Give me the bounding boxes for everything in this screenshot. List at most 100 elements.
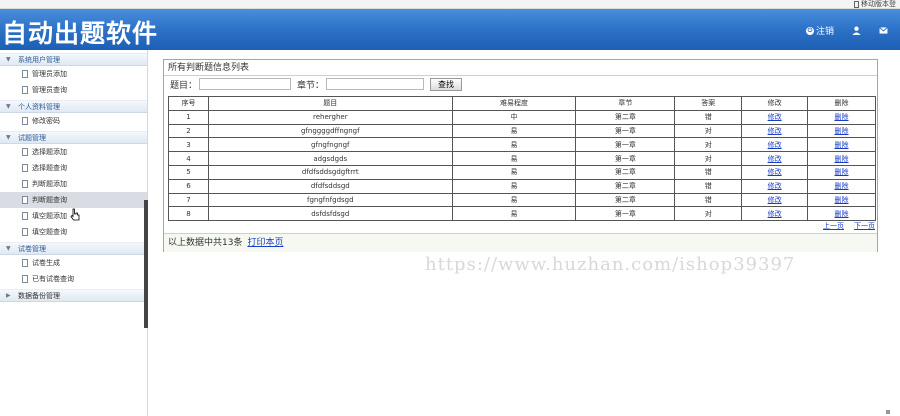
sidebar-item[interactable]: 修改密码 <box>0 113 147 129</box>
sidebar-item-label: 管理员查询 <box>32 86 67 94</box>
sidebar-item[interactable]: 填空题查询 <box>0 224 147 240</box>
sidebar-item[interactable]: 已有试卷查询 <box>0 271 147 287</box>
document-icon <box>22 259 28 267</box>
sidebar-item[interactable]: 判断题查询 <box>0 192 147 208</box>
table-cell: gfngfngngf <box>207 137 453 153</box>
sidebar-group[interactable]: ▼ 试卷管理 <box>0 242 147 255</box>
user-icon[interactable] <box>852 26 861 35</box>
sidebar-group[interactable]: ▼ 个人资料管理 <box>0 100 147 113</box>
table-cell: 修改 <box>741 178 809 194</box>
chapter-input[interactable] <box>326 78 425 90</box>
table-cell: 第一章 <box>575 123 676 139</box>
delete-link[interactable]: 删除 <box>835 210 849 218</box>
column-header: 章节 <box>575 96 676 111</box>
sidebar-group[interactable]: ▶ 数据备份管理 <box>0 289 147 302</box>
sidebar-item-label: 填空题添加 <box>32 212 67 220</box>
table-cell: 删除 <box>807 137 876 153</box>
sidebar-item[interactable]: 管理员查询 <box>0 82 147 98</box>
delete-link[interactable]: 删除 <box>835 127 849 135</box>
edit-link[interactable]: 修改 <box>768 168 782 176</box>
chevron-down-icon: ▼ <box>6 245 11 252</box>
table-row: 3 gfngfngngf 易第一章对 修改 删除 <box>168 137 876 153</box>
table-cell: 第一章 <box>575 206 676 222</box>
table-cell: 易 <box>451 151 577 166</box>
table-cell: 对 <box>674 151 743 166</box>
table-cell: 易 <box>451 178 577 194</box>
edit-link[interactable]: 修改 <box>768 210 782 218</box>
sidebar-item[interactable]: 判断题添加 <box>0 176 147 192</box>
document-icon <box>22 228 28 236</box>
sidebar-group-label: 个人资料管理 <box>18 102 60 111</box>
sidebar-item-label: 选择题查询 <box>32 164 67 172</box>
table-row: 2 gfnggggdffngngf 易第一章对 修改 删除 <box>168 123 876 139</box>
edit-link[interactable]: 修改 <box>768 155 782 163</box>
table-cell: 易 <box>451 137 577 153</box>
sidebar-item[interactable]: 管理员添加 <box>0 66 147 82</box>
table-cell: 第一章 <box>575 151 676 166</box>
edit-link[interactable]: 修改 <box>768 113 782 121</box>
document-icon <box>22 117 28 125</box>
table-cell: 第一章 <box>575 137 676 153</box>
prev-page-link[interactable]: 上一页 <box>823 221 844 231</box>
sidebar-group-label: 系统用户管理 <box>18 55 60 64</box>
delete-link[interactable]: 删除 <box>835 196 849 204</box>
sidebar-item[interactable]: 选择题添加 <box>0 144 147 160</box>
table-row: 8 dsfdsfdsgd 易第一章对 修改 删除 <box>168 206 876 222</box>
logout-icon: ⏻ <box>805 26 814 35</box>
table-cell: 第二章 <box>575 178 676 194</box>
table-cell: 第二章 <box>575 164 676 180</box>
delete-link[interactable]: 删除 <box>835 141 849 149</box>
chapter-label: 章节： <box>297 80 325 91</box>
edit-link[interactable]: 修改 <box>768 141 782 149</box>
table-cell: 8 <box>168 206 209 222</box>
table-cell: adgsdgds <box>207 151 453 166</box>
table-cell: 6 <box>168 178 209 194</box>
hand-cursor-icon <box>70 208 80 221</box>
table-cell: 5 <box>168 164 209 180</box>
chevron-down-icon: ▼ <box>6 56 11 63</box>
mail-icon[interactable] <box>879 27 888 34</box>
sidebar-item[interactable]: 试卷生成 <box>0 255 147 271</box>
table-cell: 1 <box>168 109 209 125</box>
sidebar-item-label: 修改密码 <box>32 117 60 125</box>
delete-link[interactable]: 删除 <box>835 168 849 176</box>
app-header: 自动出题软件 ⏻ 注销 <box>0 9 900 50</box>
mobile-version-label: 移动版本登 <box>861 0 896 8</box>
table-row: 1 rehergher 中第二章错 修改 删除 <box>168 109 876 125</box>
table-cell: 修改 <box>741 192 809 208</box>
mobile-version-link[interactable]: 移动版本登 <box>854 0 896 9</box>
edit-link[interactable]: 修改 <box>768 196 782 204</box>
chevron-down-icon: ▼ <box>6 134 11 141</box>
sidebar-group[interactable]: ▼ 系统用户管理 <box>0 53 147 66</box>
next-page-link[interactable]: 下一页 <box>854 221 875 231</box>
table-cell: 错 <box>674 178 743 194</box>
sidebar-group-label: 试卷管理 <box>18 244 46 253</box>
sidebar-item-label: 已有试卷查询 <box>32 275 74 283</box>
delete-link[interactable]: 删除 <box>835 182 849 190</box>
delete-link[interactable]: 删除 <box>835 155 849 163</box>
print-page-link[interactable]: 打印本页 <box>247 238 283 248</box>
column-header: 答案 <box>674 96 743 111</box>
edit-link[interactable]: 修改 <box>768 127 782 135</box>
table-cell: 删除 <box>807 164 876 180</box>
sidebar-scrollbar[interactable] <box>144 200 148 328</box>
table-cell: rehergher <box>207 109 453 125</box>
logout-button[interactable]: ⏻ 注销 <box>805 24 834 37</box>
sidebar-item[interactable]: 选择题查询 <box>0 160 147 176</box>
column-header: 题目 <box>207 96 453 111</box>
search-button[interactable]: 查找 <box>430 77 463 91</box>
topic-label: 题目： <box>170 80 198 91</box>
document-icon <box>22 275 28 283</box>
delete-link[interactable]: 删除 <box>835 113 849 121</box>
topic-input[interactable] <box>199 78 292 90</box>
chevron-right-icon: ▶ <box>6 292 11 299</box>
table-cell: 易 <box>451 164 577 180</box>
table-cell: 修改 <box>741 164 809 180</box>
document-icon <box>22 148 28 156</box>
table-cell: 2 <box>168 123 209 139</box>
column-header: 难易程度 <box>451 96 577 111</box>
sidebar-item-label: 判断题查询 <box>32 196 67 204</box>
edit-link[interactable]: 修改 <box>768 182 782 190</box>
sidebar-group[interactable]: ▼ 试题管理 <box>0 131 147 144</box>
table-cell: 修改 <box>741 109 809 125</box>
